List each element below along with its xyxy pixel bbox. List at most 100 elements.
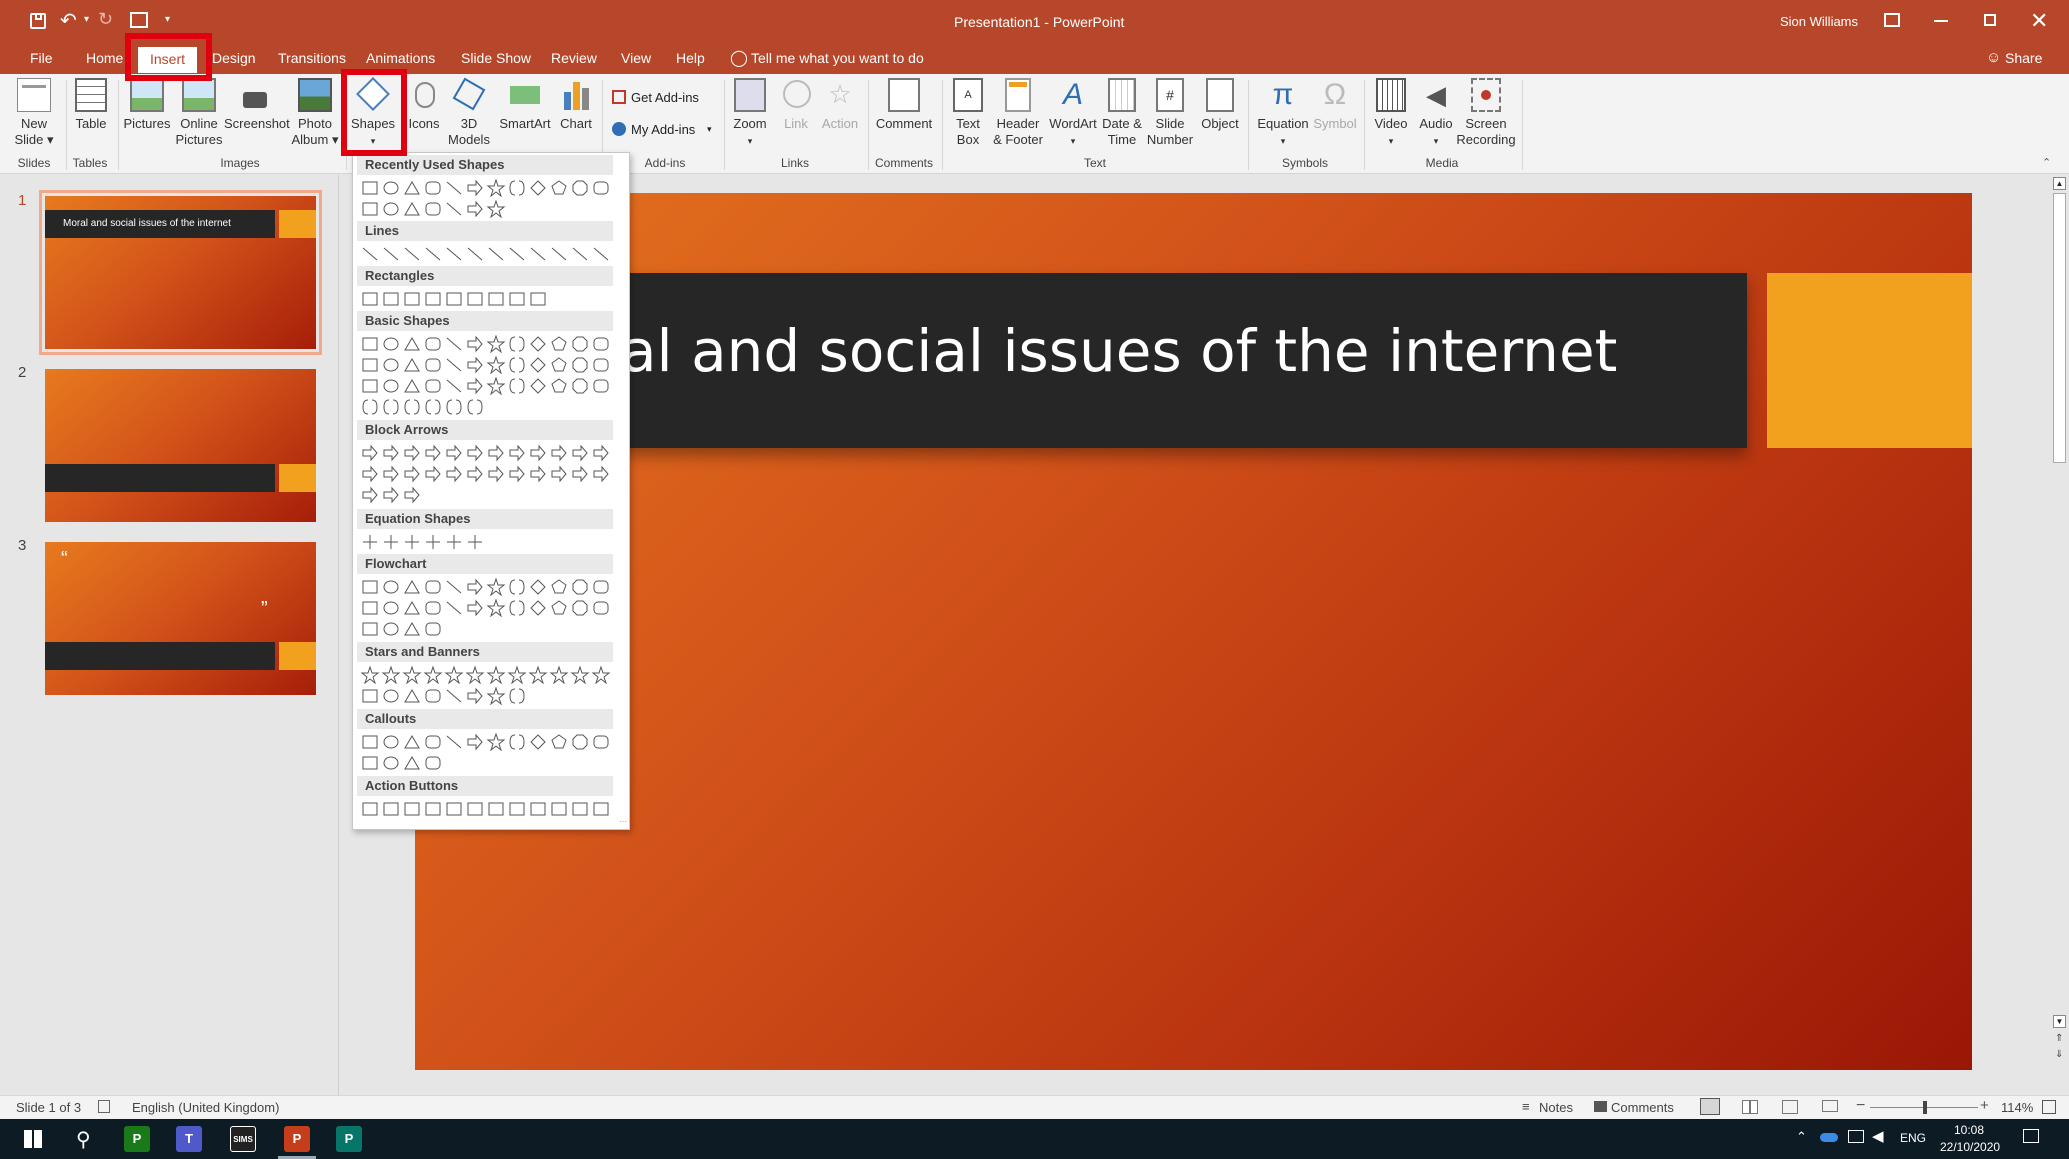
shape-glyph[interactable] (383, 756, 399, 770)
shape-row[interactable] (361, 179, 611, 197)
shape-glyph[interactable] (446, 247, 462, 261)
shape-glyph[interactable] (362, 622, 378, 636)
slide-title[interactable]: al and social issues of the internet (621, 317, 1617, 385)
app-icon[interactable]: P (124, 1126, 150, 1152)
shape-row[interactable] (361, 465, 611, 483)
shape-glyph[interactable] (467, 179, 483, 197)
accent-rectangle[interactable] (1767, 273, 1972, 448)
customize-qat-icon[interactable]: ▾ (165, 14, 170, 25)
shape-glyph[interactable] (509, 336, 525, 352)
language[interactable]: English (United Kingdom) (132, 1100, 279, 1115)
shape-glyph[interactable] (425, 601, 441, 615)
equation-button[interactable]: π Equation ▾ (1252, 78, 1314, 149)
tab-file[interactable]: File (30, 50, 53, 66)
save-icon[interactable] (30, 13, 46, 29)
shape-glyph[interactable] (530, 444, 546, 462)
shape-glyph[interactable] (423, 666, 443, 684)
shape-row[interactable] (361, 666, 611, 684)
shape-glyph[interactable] (383, 486, 399, 504)
shape-glyph[interactable] (425, 756, 441, 770)
shape-glyph[interactable] (467, 465, 483, 483)
share-button[interactable]: Share (2005, 50, 2042, 66)
shape-glyph[interactable] (446, 580, 462, 594)
shape-row[interactable] (361, 398, 611, 416)
online-pictures-button[interactable]: Online Pictures (174, 78, 224, 148)
shape-glyph[interactable] (530, 247, 546, 261)
shape-glyph[interactable] (362, 247, 378, 261)
shape-glyph[interactable] (551, 444, 567, 462)
close-icon[interactable]: ✕ (2030, 8, 2048, 34)
fit-to-window-icon[interactable] (2042, 1100, 2056, 1114)
shape-glyph[interactable] (425, 358, 441, 372)
slide-canvas[interactable]: al and social issues of the internet (415, 193, 1972, 1070)
shape-glyph[interactable] (404, 622, 420, 636)
shape-glyph[interactable] (404, 486, 420, 504)
shape-glyph[interactable] (467, 802, 483, 816)
scroll-up-icon[interactable]: ▲ (2053, 177, 2066, 190)
shape-glyph[interactable] (425, 465, 441, 483)
shape-glyph[interactable] (486, 599, 506, 617)
shape-glyph[interactable] (425, 399, 441, 415)
shape-glyph[interactable] (572, 336, 588, 352)
undo-icon[interactable]: ↶ (60, 8, 77, 33)
shape-glyph[interactable] (572, 579, 588, 595)
shape-glyph[interactable] (593, 601, 609, 615)
shape-glyph[interactable] (362, 689, 378, 703)
icons-button[interactable]: Icons (404, 78, 444, 132)
pictures-button[interactable]: Pictures (122, 78, 172, 132)
zoom-slider-thumb[interactable] (1923, 1101, 1927, 1114)
shape-row[interactable] (361, 200, 611, 218)
start-from-beginning-icon[interactable] (130, 12, 148, 28)
comments-button[interactable]: Comments (1611, 1100, 1674, 1115)
shape-glyph[interactable] (446, 202, 462, 216)
date-time-button[interactable]: Date & Time (1100, 78, 1144, 148)
shape-glyph[interactable] (572, 247, 588, 261)
shape-glyph[interactable] (425, 202, 441, 216)
shape-glyph[interactable] (467, 733, 483, 751)
shape-glyph[interactable] (593, 337, 609, 351)
photo-album-button[interactable]: Photo Album ▾ (290, 78, 340, 148)
tab-view[interactable]: View (621, 50, 651, 66)
shape-glyph[interactable] (425, 689, 441, 703)
shape-glyph[interactable] (362, 802, 378, 816)
slide-thumbnail[interactable]: Moral and social issues of the internet (39, 190, 322, 355)
tab-review[interactable]: Review (551, 50, 597, 66)
shape-glyph[interactable] (572, 444, 588, 462)
shape-glyph[interactable] (570, 666, 590, 684)
shape-glyph[interactable] (509, 734, 525, 750)
shape-glyph[interactable] (528, 666, 548, 684)
zoom-out-icon[interactable]: − (1856, 1097, 1865, 1115)
minimize-icon[interactable] (1934, 20, 1948, 22)
audio-button[interactable]: ◀ Audio ▾ (1414, 78, 1458, 149)
shape-glyph[interactable] (509, 357, 525, 373)
shape-glyph[interactable] (425, 247, 441, 261)
action-button[interactable]: ☆ Action (818, 78, 862, 132)
search-icon[interactable]: ⚲ (76, 1127, 91, 1152)
shape-row[interactable] (361, 356, 611, 374)
shape-glyph[interactable] (488, 465, 504, 483)
onedrive-icon[interactable] (1820, 1133, 1838, 1142)
scroll-thumb[interactable] (2053, 193, 2066, 463)
shape-glyph[interactable] (467, 247, 483, 261)
previous-slide-icon[interactable]: ⇑ (2055, 1033, 2063, 1044)
pane-divider[interactable] (338, 175, 339, 1095)
shape-row[interactable] (361, 733, 611, 751)
shape-glyph[interactable] (486, 666, 506, 684)
shape-glyph[interactable] (572, 600, 588, 616)
shape-glyph[interactable] (446, 444, 462, 462)
shape-glyph[interactable] (467, 335, 483, 353)
shape-glyph[interactable] (383, 735, 399, 749)
shape-glyph[interactable] (383, 802, 399, 816)
shape-glyph[interactable] (362, 399, 378, 415)
shape-glyph[interactable] (593, 465, 609, 483)
user-name[interactable]: Sion Williams (1780, 14, 1858, 29)
shape-glyph[interactable] (507, 666, 527, 684)
shape-row[interactable] (361, 599, 611, 617)
shape-row[interactable] (361, 533, 611, 551)
screen-recording-button[interactable]: Screen Recording (1456, 78, 1516, 148)
shape-glyph[interactable] (488, 292, 504, 306)
chart-button[interactable]: Chart (556, 78, 596, 132)
shape-glyph[interactable] (362, 292, 378, 306)
shape-glyph[interactable] (383, 622, 399, 636)
shape-glyph[interactable] (402, 666, 422, 684)
